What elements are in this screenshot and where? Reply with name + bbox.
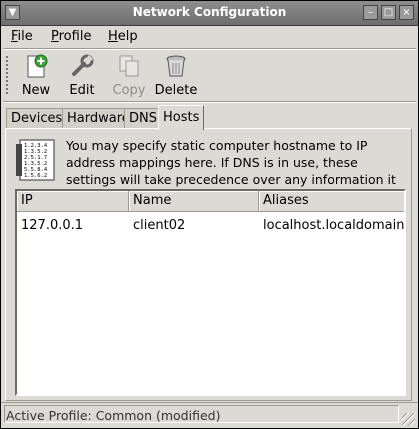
copy-button-label: Copy xyxy=(112,83,146,98)
tab-hosts-label: Hosts xyxy=(163,110,200,125)
tab-devices[interactable]: Devices xyxy=(6,108,68,128)
copy-icon xyxy=(119,55,139,77)
minimize-icon[interactable]: – xyxy=(363,5,378,20)
tab-dns-label: DNS xyxy=(129,111,157,126)
resize-grip[interactable] xyxy=(402,413,415,426)
column-header-aliases-label: Aliases xyxy=(263,193,309,208)
row-name: client02 xyxy=(133,218,186,233)
menu-help-mnemonic: H xyxy=(108,29,118,44)
maximize-icon[interactable]: □ xyxy=(381,5,396,20)
tab-hosts[interactable]: Hosts xyxy=(158,105,205,130)
edit-button-label: Edit xyxy=(69,83,95,98)
column-header-name-label: Name xyxy=(133,193,172,208)
tab-devices-label: Devices xyxy=(11,111,63,126)
close-icon[interactable]: × xyxy=(399,5,414,20)
column-header-ip[interactable]: IP xyxy=(17,191,129,212)
new-button[interactable]: New xyxy=(14,53,58,98)
status-text: Active Profile: Common (modified) xyxy=(4,405,399,423)
column-header-name[interactable]: Name xyxy=(129,191,259,212)
tab-dns[interactable]: DNS xyxy=(124,108,162,128)
new-button-label: New xyxy=(21,83,51,98)
toolbar-separator xyxy=(3,101,416,103)
tab-bar: Devices Hardware DNS Hosts xyxy=(1,105,418,130)
hosts-table-icon: 1.2.3.4 1.3.5.2 2.5.1.7 1.3.5.2 5.5.8.4 1.5.6… xyxy=(16,139,55,181)
menu-profile[interactable]: Profile xyxy=(51,29,91,44)
edit-button[interactable]: Edit xyxy=(60,53,104,98)
menu-file[interactable]: File xyxy=(11,29,33,44)
delete-button[interactable]: Delete xyxy=(154,53,198,98)
hosts-icon-line: 1.5.6.2 xyxy=(24,173,47,179)
column-header-aliases[interactable]: Aliases xyxy=(259,191,404,212)
window-title: Network Configuration xyxy=(132,5,287,19)
delete-button-label: Delete xyxy=(154,83,198,98)
network-configuration-window: ▼ Network Configuration – □ × File Profi… xyxy=(0,0,419,429)
tab-hardware-label: Hardware xyxy=(67,111,130,126)
status-bar: Active Profile: Common (modified) xyxy=(1,402,418,429)
toolbar: New Edit Copy Delete xyxy=(1,50,418,100)
copy-button[interactable]: Copy xyxy=(107,53,151,98)
menu-help[interactable]: Help xyxy=(108,29,138,44)
menu-profile-mnemonic: P xyxy=(51,29,59,44)
menu-bar: File Profile Help xyxy=(1,26,418,48)
toolbar-grip-handle[interactable] xyxy=(5,55,9,95)
svg-text:1.2.3.41.3.5.22.5.1.71.3.5.25.: 1.2.3.4 1.3.5.2 2.5.1.7 1.3.5.2 5.5.8.4 1.5.6… xyxy=(24,143,48,179)
wrench-icon xyxy=(72,54,94,76)
title-bar[interactable]: ▼ Network Configuration – □ × xyxy=(1,1,418,26)
new-document-icon xyxy=(27,54,48,78)
hosts-panel: 1.2.3.4 1.3.5.2 2.5.1.7 1.3.5.2 5.5.8.4 1.5.6… xyxy=(5,128,412,401)
hosts-list[interactable]: IP Name Aliases 127.0.0.1 client02 local… xyxy=(15,189,406,396)
row-aliases: localhost.localdomain localhost xyxy=(263,218,404,233)
trash-can-icon xyxy=(166,55,186,77)
row-ip: 127.0.0.1 xyxy=(21,218,84,233)
column-header-ip-label: IP xyxy=(21,193,33,208)
